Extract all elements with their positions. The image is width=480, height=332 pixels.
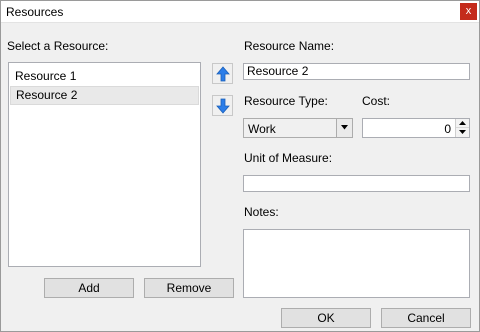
resource-name-field[interactable]: Resource 2: [243, 63, 470, 80]
ok-button[interactable]: OK: [281, 308, 371, 328]
dropdown-button[interactable]: [336, 119, 352, 137]
decrement-button[interactable]: [456, 128, 469, 137]
resource-type-label: Resource Type:: [244, 94, 328, 108]
notes-label: Notes:: [244, 205, 279, 219]
add-button[interactable]: Add: [44, 278, 134, 298]
caret-down-icon: [459, 130, 466, 134]
cost-label: Cost:: [362, 94, 391, 108]
move-down-button[interactable]: [212, 95, 233, 116]
notes-field[interactable]: [243, 229, 470, 298]
resource-type-select[interactable]: Work: [243, 118, 353, 138]
select-resource-label: Select a Resource:: [7, 39, 109, 53]
spinner-buttons: [455, 119, 469, 137]
chevron-down-icon: [341, 125, 348, 130]
remove-button[interactable]: Remove: [144, 278, 234, 298]
list-item[interactable]: Resource 1: [10, 67, 199, 86]
unit-of-measure-label: Unit of Measure:: [244, 151, 333, 165]
move-down-arrow-icon: [216, 98, 230, 114]
title-bar: Resources x: [1, 1, 479, 23]
unit-of-measure-field[interactable]: [243, 175, 470, 192]
cancel-button[interactable]: Cancel: [381, 308, 471, 328]
cost-spinner[interactable]: 0: [362, 118, 470, 138]
cost-value: 0: [444, 122, 451, 136]
move-up-button[interactable]: [212, 63, 233, 84]
resource-list[interactable]: Resource 1 Resource 2: [8, 62, 201, 267]
list-item-selected[interactable]: Resource 2: [10, 86, 199, 105]
resource-type-value: Work: [248, 122, 276, 136]
resources-dialog: Resources x Select a Resource: Resource …: [0, 0, 480, 332]
close-button[interactable]: x: [460, 3, 477, 20]
move-up-arrow-icon: [216, 66, 230, 82]
resource-name-label: Resource Name:: [244, 39, 335, 53]
increment-button[interactable]: [456, 119, 469, 128]
caret-up-icon: [459, 121, 466, 125]
window-title: Resources: [6, 5, 64, 19]
